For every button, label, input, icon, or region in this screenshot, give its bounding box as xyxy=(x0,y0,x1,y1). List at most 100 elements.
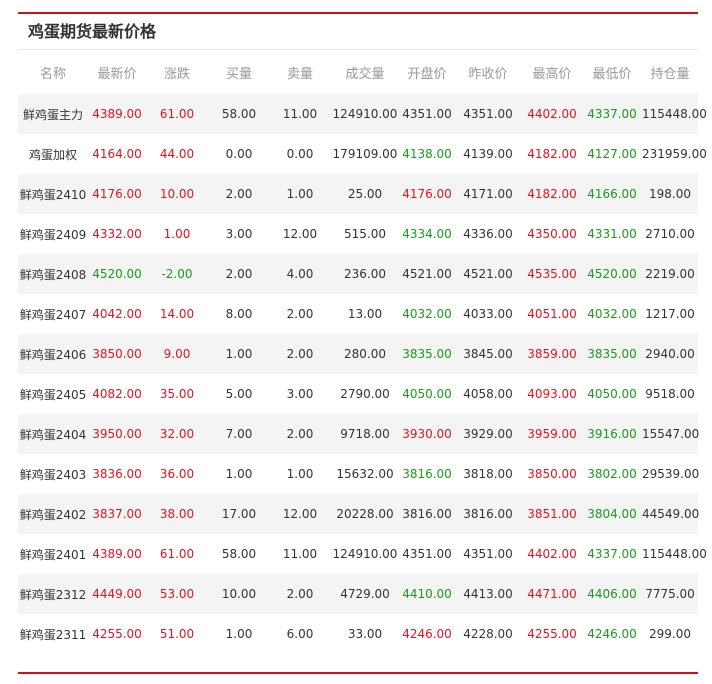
cell-low: 4520.00 xyxy=(582,254,642,294)
cell-volume: 9718.00 xyxy=(330,414,400,454)
cell-low: 4406.00 xyxy=(582,574,642,614)
cell-low: 4246.00 xyxy=(582,614,642,654)
table-row[interactable]: 鲜鸡蛋2312 4449.00 53.00 10.00 2.00 4729.00 4410.… xyxy=(18,574,698,614)
cell-open-interest: 7775.00 xyxy=(642,574,698,614)
table-row[interactable]: 鲜鸡蛋2311 4255.00 51.00 1.00 6.00 33.00 4246.00 4… xyxy=(18,614,698,654)
cell-prev-close: 4171.00 xyxy=(454,174,522,214)
cell-high: 4182.00 xyxy=(522,134,582,174)
cell-volume: 124910.00 xyxy=(330,534,400,574)
cell-bid-volume: 2.00 xyxy=(208,174,270,214)
cell-name[interactable]: 鲜鸡蛋2401 xyxy=(18,534,88,574)
cell-volume: 4729.00 xyxy=(330,574,400,614)
cell-ask-volume: 4.00 xyxy=(270,254,330,294)
header-open-interest[interactable]: 持仓量 xyxy=(642,50,698,94)
table-row[interactable]: 鲜鸡蛋2409 4332.00 1.00 3.00 12.00 515.00 4334.00… xyxy=(18,214,698,254)
cell-volume: 2790.00 xyxy=(330,374,400,414)
header-low[interactable]: 最低价 xyxy=(582,50,642,94)
cell-open: 3835.00 xyxy=(400,334,454,374)
cell-last: 4389.00 xyxy=(88,94,146,134)
header-change[interactable]: 涨跌 xyxy=(146,50,208,94)
cell-open: 3816.00 xyxy=(400,494,454,534)
table-row[interactable]: 鲜鸡蛋2405 4082.00 35.00 5.00 3.00 2790.00 4050.0… xyxy=(18,374,698,414)
cell-last: 3850.00 xyxy=(88,334,146,374)
cell-name[interactable]: 鲜鸡蛋2311 xyxy=(18,614,88,654)
cell-change: 14.00 xyxy=(146,294,208,334)
cell-change: 51.00 xyxy=(146,614,208,654)
cell-ask-volume: 0.00 xyxy=(270,134,330,174)
table-row[interactable]: 鲜鸡蛋2403 3836.00 36.00 1.00 1.00 15632.00 3816.… xyxy=(18,454,699,494)
table-row[interactable]: 鲜鸡蛋2401 4389.00 61.00 58.00 11.00 124910.00 43… xyxy=(18,534,707,574)
header-open[interactable]: 开盘价 xyxy=(400,50,454,94)
cell-change: 38.00 xyxy=(146,494,208,534)
cell-bid-volume: 1.00 xyxy=(208,334,270,374)
cell-name[interactable]: 鸡蛋加权 xyxy=(18,134,88,174)
header-high[interactable]: 最高价 xyxy=(522,50,582,94)
cell-open: 4351.00 xyxy=(400,94,454,134)
cell-open-interest: 198.00 xyxy=(642,174,698,214)
table-row[interactable]: 鲜鸡蛋2406 3850.00 9.00 1.00 2.00 280.00 3835.00 3… xyxy=(18,334,698,374)
price-table: 名称 最新价 涨跌 买量 卖量 成交量 开盘价 昨收价 最高价 最低价 持仓量 … xyxy=(18,50,707,654)
cell-bid-volume: 0.00 xyxy=(208,134,270,174)
cell-open-interest: 231959.00 xyxy=(642,134,707,174)
cell-last: 3836.00 xyxy=(88,454,146,494)
cell-ask-volume: 2.00 xyxy=(270,334,330,374)
header-last[interactable]: 最新价 xyxy=(88,50,146,94)
cell-bid-volume: 8.00 xyxy=(208,294,270,334)
cell-name[interactable]: 鲜鸡蛋2404 xyxy=(18,414,88,454)
cell-name[interactable]: 鲜鸡蛋2402 xyxy=(18,494,88,534)
cell-prev-close: 4058.00 xyxy=(454,374,522,414)
header-ask-volume[interactable]: 卖量 xyxy=(270,50,330,94)
cell-volume: 20228.00 xyxy=(330,494,400,534)
table-row[interactable]: 鸡蛋加权 4164.00 44.00 0.00 0.00 179109.00 4138.00… xyxy=(18,134,707,174)
cell-volume: 515.00 xyxy=(330,214,400,254)
cell-bid-volume: 2.00 xyxy=(208,254,270,294)
table-row[interactable]: 鲜鸡蛋2402 3837.00 38.00 17.00 12.00 20228.00 381… xyxy=(18,494,699,534)
table-row[interactable]: 鲜鸡蛋2404 3950.00 32.00 7.00 2.00 9718.00 3930.0… xyxy=(18,414,699,454)
cell-name[interactable]: 鲜鸡蛋2407 xyxy=(18,294,88,334)
cell-name[interactable]: 鲜鸡蛋2403 xyxy=(18,454,88,494)
table-row[interactable]: 鲜鸡蛋主力 4389.00 61.00 58.00 11.00 124910.00 4351… xyxy=(18,94,707,134)
header-bid-volume[interactable]: 买量 xyxy=(208,50,270,94)
table-row[interactable]: 鲜鸡蛋2407 4042.00 14.00 8.00 2.00 13.00 4032.00 4… xyxy=(18,294,698,334)
cell-ask-volume: 11.00 xyxy=(270,534,330,574)
cell-bid-volume: 58.00 xyxy=(208,534,270,574)
cell-low: 3802.00 xyxy=(582,454,642,494)
cell-open-interest: 299.00 xyxy=(642,614,698,654)
cell-open-interest: 1217.00 xyxy=(642,294,698,334)
cell-low: 4337.00 xyxy=(582,534,642,574)
cell-open-interest: 15547.00 xyxy=(642,414,699,454)
cell-volume: 25.00 xyxy=(330,174,400,214)
cell-volume: 236.00 xyxy=(330,254,400,294)
cell-change: 35.00 xyxy=(146,374,208,414)
table-row[interactable]: 鲜鸡蛋2408 4520.00 -2.00 2.00 4.00 236.00 4521.00… xyxy=(18,254,698,294)
cell-prev-close: 4336.00 xyxy=(454,214,522,254)
cell-ask-volume: 2.00 xyxy=(270,294,330,334)
header-prev-close[interactable]: 昨收价 xyxy=(454,50,522,94)
header-volume[interactable]: 成交量 xyxy=(330,50,400,94)
cell-low: 3916.00 xyxy=(582,414,642,454)
cell-prev-close: 3818.00 xyxy=(454,454,522,494)
header-name[interactable]: 名称 xyxy=(18,50,88,94)
cell-name[interactable]: 鲜鸡蛋2408 xyxy=(18,254,88,294)
cell-name[interactable]: 鲜鸡蛋2312 xyxy=(18,574,88,614)
table-row[interactable]: 鲜鸡蛋2410 4176.00 10.00 2.00 1.00 25.00 4176.00 4… xyxy=(18,174,698,214)
cell-bid-volume: 17.00 xyxy=(208,494,270,534)
cell-prev-close: 4413.00 xyxy=(454,574,522,614)
cell-ask-volume: 12.00 xyxy=(270,214,330,254)
cell-high: 4255.00 xyxy=(522,614,582,654)
cell-bid-volume: 1.00 xyxy=(208,614,270,654)
cell-name[interactable]: 鲜鸡蛋2405 xyxy=(18,374,88,414)
cell-name[interactable]: 鲜鸡蛋主力 xyxy=(18,94,88,134)
cell-high: 4093.00 xyxy=(522,374,582,414)
cell-low: 4331.00 xyxy=(582,214,642,254)
cell-name[interactable]: 鲜鸡蛋2409 xyxy=(18,214,88,254)
cell-high: 4350.00 xyxy=(522,214,582,254)
cell-name[interactable]: 鲜鸡蛋2406 xyxy=(18,334,88,374)
cell-bid-volume: 3.00 xyxy=(208,214,270,254)
cell-volume: 15632.00 xyxy=(330,454,400,494)
cell-ask-volume: 3.00 xyxy=(270,374,330,414)
cell-low: 4127.00 xyxy=(582,134,642,174)
cell-volume: 124910.00 xyxy=(330,94,400,134)
cell-name[interactable]: 鲜鸡蛋2410 xyxy=(18,174,88,214)
cell-last: 4520.00 xyxy=(88,254,146,294)
